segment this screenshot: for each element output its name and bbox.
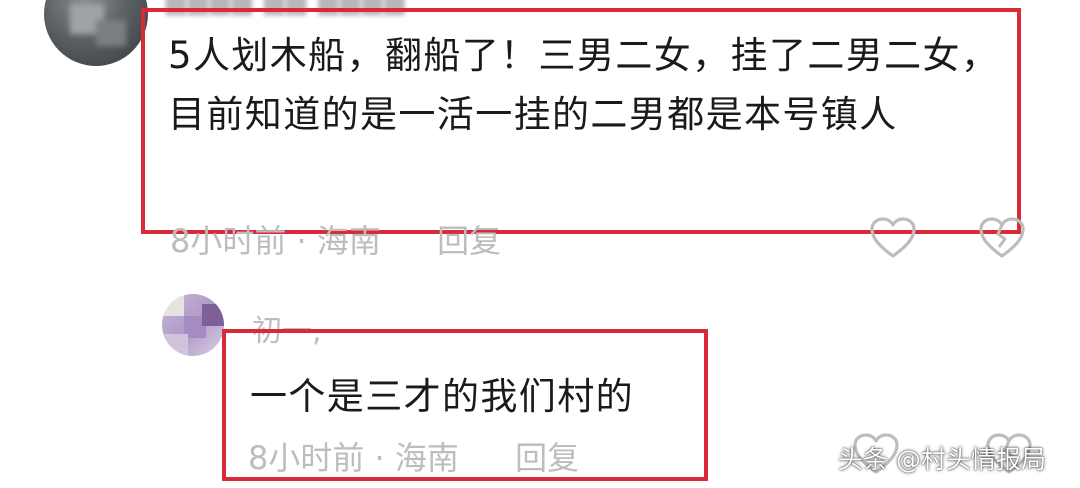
comment-meta: 8小时前 · 海南 回复 <box>170 216 501 262</box>
meta-separator: · <box>374 439 385 477</box>
dislike-broken-heart-icon[interactable] <box>978 216 1026 260</box>
avatar[interactable] <box>44 0 148 66</box>
watermark: 头条 @村头情报局 <box>838 445 1046 474</box>
reply-button[interactable]: 回复 <box>437 222 501 260</box>
reply-text: 一个是三才的我们村的 <box>250 375 634 418</box>
comment-thread: ▇▇▇▇ ▇▇ ▇▇▇▇ 5人划木船，翻船了！三男二女，挂了二男二女，目前知道的… <box>0 0 1080 488</box>
comment-location: 海南 <box>316 222 381 260</box>
comment-time: 8小时前 <box>170 222 287 260</box>
reply-meta: 8小时前 · 海南 回复 <box>248 433 579 479</box>
reply-button[interactable]: 回复 <box>515 439 579 477</box>
like-heart-icon[interactable] <box>869 216 917 260</box>
meta-separator: · <box>296 222 307 260</box>
comment-text: 5人划木船，翻船了！三男二女，挂了二男二女，目前知道的是一活一挂的二男都是本号镇… <box>168 34 1000 136</box>
reply-location: 海南 <box>394 439 459 477</box>
reply-time: 8小时前 <box>248 439 365 477</box>
reply-avatar[interactable] <box>162 294 224 356</box>
